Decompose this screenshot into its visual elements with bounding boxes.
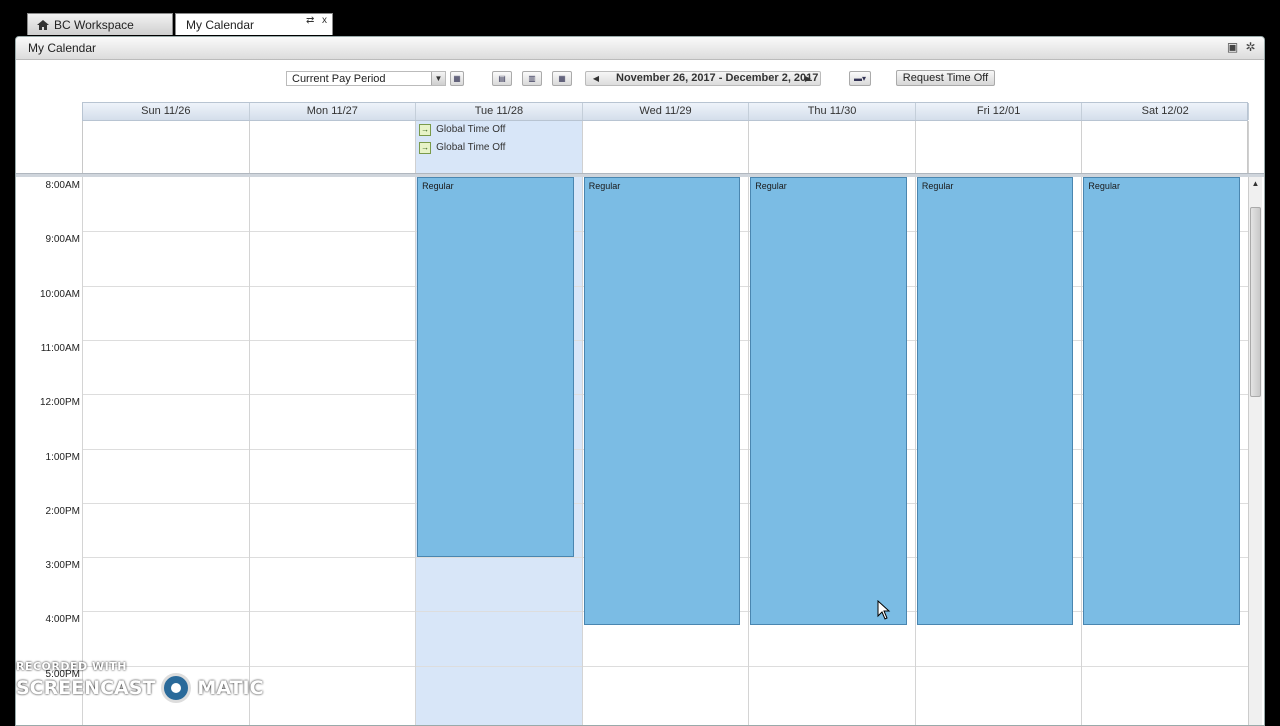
- month-view-icon[interactable]: ▦: [552, 71, 572, 86]
- time-off-event[interactable]: → Global Time Off: [419, 141, 505, 155]
- tab-bar: BC Workspace My Calendar ⇄ x: [0, 0, 1280, 36]
- time-label: 9:00AM: [45, 234, 80, 246]
- chevron-down-icon[interactable]: ▼: [431, 72, 445, 85]
- all-day-cell[interactable]: [83, 121, 250, 173]
- watermark-text-a: SCREENCAST: [16, 677, 156, 699]
- week-view-icon[interactable]: ▥: [522, 71, 542, 86]
- time-label: 11:00AM: [40, 342, 80, 354]
- day-header[interactable]: Mon 11/27: [250, 103, 417, 120]
- home-icon: [37, 19, 49, 30]
- all-day-cell[interactable]: [583, 121, 750, 173]
- day-header[interactable]: Sun 11/26: [83, 103, 250, 120]
- time-label: 12:00PM: [39, 397, 80, 409]
- date-range: November 26, 2017 - December 2, 2017: [616, 72, 819, 84]
- day-column-line: [581, 177, 583, 725]
- regular-shift-event[interactable]: Regular: [750, 177, 907, 625]
- day-column-line: [248, 177, 250, 725]
- day-header[interactable]: Wed 11/29: [583, 103, 750, 120]
- calendar-picker-icon[interactable]: ▦: [450, 71, 464, 86]
- gear-icon[interactable]: ✲: [1244, 41, 1257, 54]
- watermark-text-b: MATIC: [197, 677, 264, 699]
- time-grid: 8:00AM 9:00AM 10:00AM 11:00AM 12:00PM 1:00PM 2…: [16, 177, 1264, 725]
- next-period-icon[interactable]: ▶: [800, 72, 816, 85]
- panel-title: My Calendar: [28, 41, 97, 55]
- previous-period-icon[interactable]: ◀: [588, 72, 604, 85]
- vertical-scrollbar[interactable]: ▲: [1248, 177, 1262, 725]
- all-day-cell[interactable]: [250, 121, 417, 173]
- maximize-icon[interactable]: ▣: [1226, 41, 1239, 54]
- request-time-off-button[interactable]: Request Time Off: [896, 70, 995, 86]
- regular-shift-event[interactable]: Regular: [583, 177, 741, 625]
- screencast-logo-icon: [161, 673, 192, 703]
- screencast-watermark: RECORDED WITH SCREENCAST MATIC: [16, 660, 264, 703]
- tab-label: My Calendar: [186, 17, 255, 32]
- time-label: 3:00PM: [45, 560, 80, 572]
- legend-dropdown-icon[interactable]: ▬▾: [849, 71, 871, 86]
- watermark-line2: SCREENCAST MATIC: [16, 673, 264, 703]
- scroll-up-icon[interactable]: ▲: [1251, 179, 1260, 188]
- panel-header: My Calendar ▣ ✲: [16, 37, 1264, 60]
- arrow-right-icon: →: [419, 124, 432, 136]
- calendar-panel: My Calendar ▣ ✲ Current Pay Period ▼ ▦ ▤…: [15, 36, 1265, 726]
- mouse-cursor-icon: [877, 600, 891, 620]
- regular-shift-event[interactable]: Regular: [916, 177, 1074, 625]
- regular-shift-event[interactable]: Regular: [1083, 177, 1240, 625]
- calendar-toolbar: Current Pay Period ▼ ▦ ▤ ▥ ▦ ◀ November …: [16, 59, 1264, 99]
- day-header[interactable]: Fri 12/01: [916, 103, 1083, 120]
- scroll-thumb[interactable]: [1250, 207, 1261, 397]
- day-column-line: [914, 177, 916, 725]
- all-day-cell[interactable]: [749, 121, 916, 173]
- time-label: 10:00AM: [39, 288, 80, 300]
- event-label: Regular: [1088, 181, 1120, 191]
- event-label: Regular: [755, 181, 787, 191]
- event-label: Regular: [588, 181, 621, 191]
- close-tab-button[interactable]: x: [322, 15, 327, 26]
- day-column-line: [415, 177, 417, 725]
- time-off-label: Global Time Off: [436, 142, 506, 153]
- day-header[interactable]: Tue 11/28: [416, 103, 583, 120]
- tab-label: BC Workspace: [54, 17, 134, 32]
- period-select-value: Current Pay Period: [292, 73, 386, 85]
- event-label: Regular: [422, 181, 454, 191]
- all-day-cell[interactable]: [916, 121, 1083, 173]
- tab-my-calendar[interactable]: My Calendar ⇄ x: [175, 13, 333, 35]
- tab-bc-workspace[interactable]: BC Workspace: [27, 13, 173, 35]
- day-header[interactable]: Sat 12/02: [1082, 103, 1249, 120]
- day-header-row: Sun 11/26 Mon 11/27 Tue 11/28 Wed 11/29 Thu …: [82, 102, 1249, 121]
- regular-shift-event[interactable]: Regular: [417, 177, 574, 558]
- time-off-event[interactable]: → Global Time Off: [419, 123, 505, 137]
- time-label: 4:00PM: [45, 614, 80, 626]
- day-column-line: [1081, 177, 1083, 725]
- watermark-line1: RECORDED WITH: [16, 660, 127, 673]
- day-column-line: [748, 177, 750, 725]
- refresh-icon[interactable]: ⇄: [306, 15, 314, 26]
- time-label: 8:00AM: [45, 180, 80, 191]
- all-day-cell[interactable]: [1082, 121, 1249, 173]
- time-label: 2:00PM: [45, 505, 80, 517]
- period-select[interactable]: Current Pay Period ▼: [286, 71, 446, 86]
- day-header[interactable]: Thu 11/30: [749, 103, 916, 120]
- event-label: Regular: [921, 181, 954, 191]
- time-label: 1:00PM: [45, 451, 80, 463]
- date-navigator: ◀ November 26, 2017 - December 2, 2017 ▶: [585, 71, 821, 86]
- day-view-icon[interactable]: ▤: [492, 71, 512, 86]
- day-column-line: [82, 177, 83, 725]
- all-day-area: → Global Time Off → Global Time Off: [82, 121, 1249, 173]
- time-off-label: Global Time Off: [436, 124, 506, 135]
- arrow-right-icon: →: [419, 142, 432, 154]
